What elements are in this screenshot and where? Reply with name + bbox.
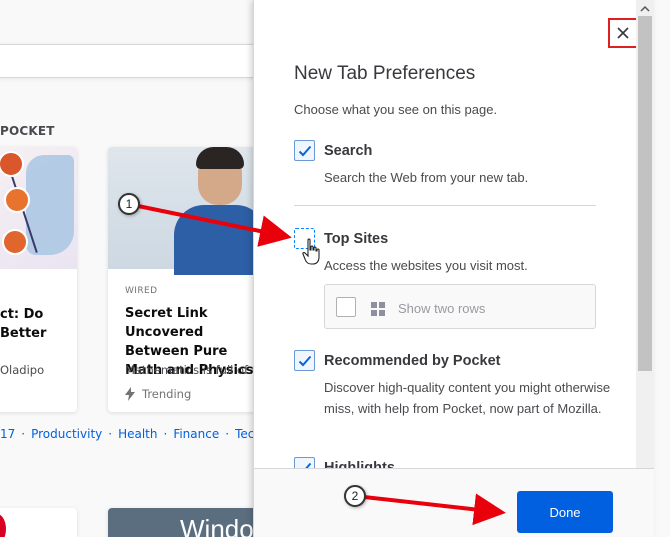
show-two-rows-label: Show two rows (398, 301, 486, 316)
topic-link[interactable]: 17 (0, 427, 15, 441)
card-thumbnail (108, 147, 258, 275)
divider (294, 205, 596, 206)
top-sites-description: Access the websites you visit most. (324, 258, 528, 273)
scrollbar[interactable] (636, 0, 654, 468)
card-thumbnail (0, 147, 77, 269)
new-tab-preferences-panel: New Tab Preferences Choose what you see … (253, 0, 654, 537)
card-trending: Trending (125, 387, 191, 401)
card-title: ct: Do Better (0, 307, 47, 341)
done-button[interactable]: Done (517, 491, 613, 533)
top-sites-checkbox[interactable] (294, 228, 315, 249)
top-sites-pref[interactable]: Top Sites (294, 228, 388, 249)
pocket-topics: 17 · Productivity · Health · Finance · Tec (0, 427, 255, 441)
pocket-pref[interactable]: Recommended by Pocket (294, 350, 500, 371)
search-input[interactable] (0, 44, 260, 78)
pocket-description: Discover high-quality content you might … (324, 380, 611, 416)
topic-link[interactable]: Finance (173, 427, 219, 441)
card-source: WIRED (125, 286, 158, 296)
top-sites-label: Top Sites (324, 230, 389, 247)
search-label: Search (324, 142, 373, 159)
pocket-checkbox[interactable] (294, 350, 315, 371)
pocket-card[interactable]: Windo (108, 508, 258, 537)
checkmark-icon (298, 145, 311, 156)
search-pref[interactable]: Search (294, 140, 372, 161)
scroll-up-arrow-icon[interactable] (640, 4, 650, 14)
panel-footer: Done (254, 468, 654, 537)
panel-subtitle: Choose what you see on this page. (294, 102, 498, 117)
pocket-card[interactable]: ct: Do Better Oladipo (0, 147, 77, 412)
card-thumbnail-text: Windo (180, 514, 254, 537)
close-button[interactable] (608, 18, 638, 48)
search-description: Search the Web from your new tab. (324, 170, 529, 185)
panel-title: New Tab Preferences (294, 63, 476, 84)
topic-link[interactable]: Tec (235, 427, 254, 441)
card-thumbnail (0, 514, 6, 537)
grid-icon (371, 302, 385, 316)
trending-label: Trending (142, 387, 192, 401)
pocket-card[interactable] (0, 508, 77, 537)
checkmark-icon (298, 355, 311, 366)
lightning-icon (125, 387, 135, 401)
pocket-card[interactable]: WIRED Secret Link Uncovered Between Pure… (108, 147, 258, 412)
search-checkbox[interactable] (294, 140, 315, 161)
scrollbar-thumb[interactable] (638, 16, 652, 371)
card-description: Mathematics is full of w (125, 363, 258, 377)
show-two-rows-checkbox[interactable] (336, 297, 356, 317)
show-two-rows-option: Show two rows (324, 284, 596, 329)
topic-link[interactable]: Health (118, 427, 157, 441)
topic-link[interactable]: Productivity (31, 427, 102, 441)
close-icon (617, 27, 629, 39)
pocket-section-heading: POCKET (0, 124, 55, 138)
pocket-label: Recommended by Pocket (324, 352, 501, 369)
card-author: Oladipo (0, 363, 45, 377)
